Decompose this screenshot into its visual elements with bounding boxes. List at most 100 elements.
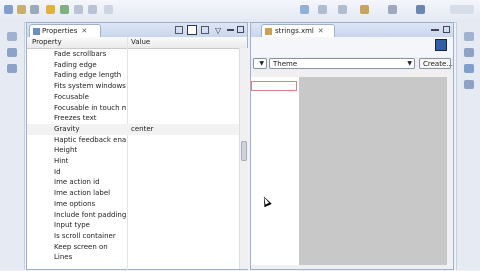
- property-row[interactable]: Keep screen on: [27, 242, 239, 253]
- save-icon[interactable]: [30, 5, 39, 14]
- property-name: Freezes text: [54, 114, 97, 123]
- close-icon[interactable]: ✕: [81, 27, 87, 35]
- back-icon[interactable]: [74, 5, 83, 14]
- theme-label: Theme: [273, 60, 298, 68]
- tab-properties-label: Properties: [42, 27, 78, 35]
- create-label: Create...: [423, 60, 453, 68]
- maximize-view-icon[interactable]: [237, 26, 244, 33]
- layout-icon[interactable]: [435, 39, 447, 51]
- close-icon[interactable]: ✕: [318, 27, 324, 35]
- restore-icon[interactable]: [464, 32, 474, 41]
- property-name: Ime action id: [54, 178, 100, 187]
- right-dock: [456, 22, 480, 270]
- theme-dropdown[interactable]: Theme ▼: [269, 58, 415, 69]
- property-name: Input type: [54, 221, 90, 230]
- property-name: Height: [54, 146, 78, 155]
- property-name: Keep screen on: [54, 242, 108, 251]
- property-name: Fading edge: [54, 60, 97, 69]
- property-row[interactable]: Focusable: [27, 92, 239, 103]
- property-row[interactable]: Lines: [27, 252, 239, 263]
- left-dock: [0, 22, 25, 270]
- property-name: Lines: [54, 253, 73, 262]
- tab-strings-xml[interactable]: strings.xml ✕: [261, 24, 335, 37]
- outline-icon[interactable]: [7, 64, 17, 73]
- java-perspective-icon[interactable]: [416, 5, 425, 14]
- maximize-editor-icon[interactable]: [443, 26, 450, 33]
- properties-table: Fade scrollbars Fading edge Fading edge le…: [27, 49, 239, 269]
- perspective-icon[interactable]: [388, 5, 397, 14]
- forward-icon[interactable]: [88, 5, 97, 14]
- package-explorer-icon[interactable]: [7, 48, 17, 57]
- debug-icon[interactable]: [360, 5, 369, 14]
- editor-tab-bar: strings.xml ✕: [251, 23, 453, 38]
- link-icon[interactable]: [300, 5, 309, 14]
- property-row[interactable]: Fits system windows: [27, 81, 239, 92]
- column-property[interactable]: Property: [32, 38, 62, 46]
- property-name: Fading edge length: [54, 71, 122, 80]
- minimize-icon[interactable]: [7, 32, 17, 41]
- layout-editor: strings.xml ✕ ▼ Theme ▼ Create...: [250, 22, 454, 270]
- create-button[interactable]: Create...: [419, 58, 453, 69]
- tab-properties[interactable]: Properties ✕: [29, 24, 101, 37]
- property-row[interactable]: Is scroll container: [27, 231, 239, 242]
- property-name: Hint: [54, 157, 69, 165]
- main-toolbar: [0, 0, 480, 23]
- property-name: Focusable in touch mode: [54, 103, 126, 112]
- property-row[interactable]: Fading edge length: [27, 70, 239, 81]
- profile-icon[interactable]: [338, 5, 347, 14]
- view-menu-icon[interactable]: ▽: [215, 26, 221, 35]
- editor-toolbar: [251, 37, 453, 57]
- canvas-background[interactable]: [299, 77, 447, 265]
- property-row[interactable]: Haptic feedback enabled: [27, 135, 239, 146]
- property-row[interactable]: Ime options: [27, 199, 239, 210]
- property-name: Is scroll container: [54, 231, 116, 240]
- property-name: Include font padding: [54, 210, 126, 219]
- new-icon[interactable]: [4, 5, 13, 14]
- property-row[interactable]: Freezes text: [27, 113, 239, 124]
- properties-tab-bar: Properties ✕ ▽: [27, 23, 247, 38]
- property-name: Id: [54, 167, 61, 176]
- scrollbar-thumb[interactable]: [241, 141, 247, 161]
- property-name: Ime options: [54, 199, 96, 208]
- minimize-view-icon[interactable]: [227, 29, 234, 31]
- sync-icon[interactable]: [318, 5, 327, 14]
- tree-icon[interactable]: [187, 25, 197, 35]
- property-row[interactable]: Height: [27, 145, 239, 156]
- property-name: Ime action label: [54, 189, 111, 198]
- open-icon[interactable]: [17, 5, 26, 14]
- property-name: Focusable: [54, 92, 89, 101]
- property-row[interactable]: Ime action label: [27, 188, 239, 199]
- property-row[interactable]: Id: [27, 167, 239, 178]
- dropdown-arrow-icon: ▼: [259, 60, 264, 67]
- properties-icon: [33, 27, 40, 35]
- property-name: Fade scrollbars: [54, 50, 107, 58]
- tasks-icon[interactable]: [464, 48, 474, 57]
- device-screen[interactable]: [251, 77, 299, 265]
- console-icon[interactable]: [464, 80, 474, 89]
- property-value[interactable]: center: [131, 124, 154, 135]
- filter-icon[interactable]: [201, 26, 209, 34]
- selected-widget-outline[interactable]: [251, 81, 297, 91]
- property-row[interactable]: Fading edge: [27, 60, 239, 71]
- property-row[interactable]: Focusable in touch mode: [27, 103, 239, 114]
- config-dropdown[interactable]: ▼: [253, 58, 267, 69]
- layout-canvas[interactable]: [251, 71, 453, 269]
- collapse-icon[interactable]: [175, 26, 183, 34]
- outline-view-icon[interactable]: [464, 64, 474, 73]
- property-row[interactable]: Gravity center: [27, 123, 239, 135]
- property-row[interactable]: Hint: [27, 156, 239, 167]
- run-icon[interactable]: [60, 5, 69, 14]
- tab-strings-xml-label: strings.xml: [275, 27, 314, 35]
- property-row[interactable]: Ime action id: [27, 177, 239, 188]
- history-icon[interactable]: [104, 5, 113, 14]
- minimize-editor-icon[interactable]: [431, 29, 439, 31]
- perspective-switcher[interactable]: [450, 5, 474, 14]
- property-row[interactable]: Input type: [27, 220, 239, 231]
- column-value[interactable]: Value: [131, 38, 150, 46]
- properties-scrollbar[interactable]: [239, 48, 248, 269]
- properties-header: Property Value: [27, 37, 247, 49]
- property-name: Gravity: [54, 124, 80, 133]
- property-row[interactable]: Fade scrollbars: [27, 49, 239, 60]
- property-row[interactable]: Include font padding: [27, 210, 239, 221]
- folder-icon[interactable]: [46, 5, 55, 14]
